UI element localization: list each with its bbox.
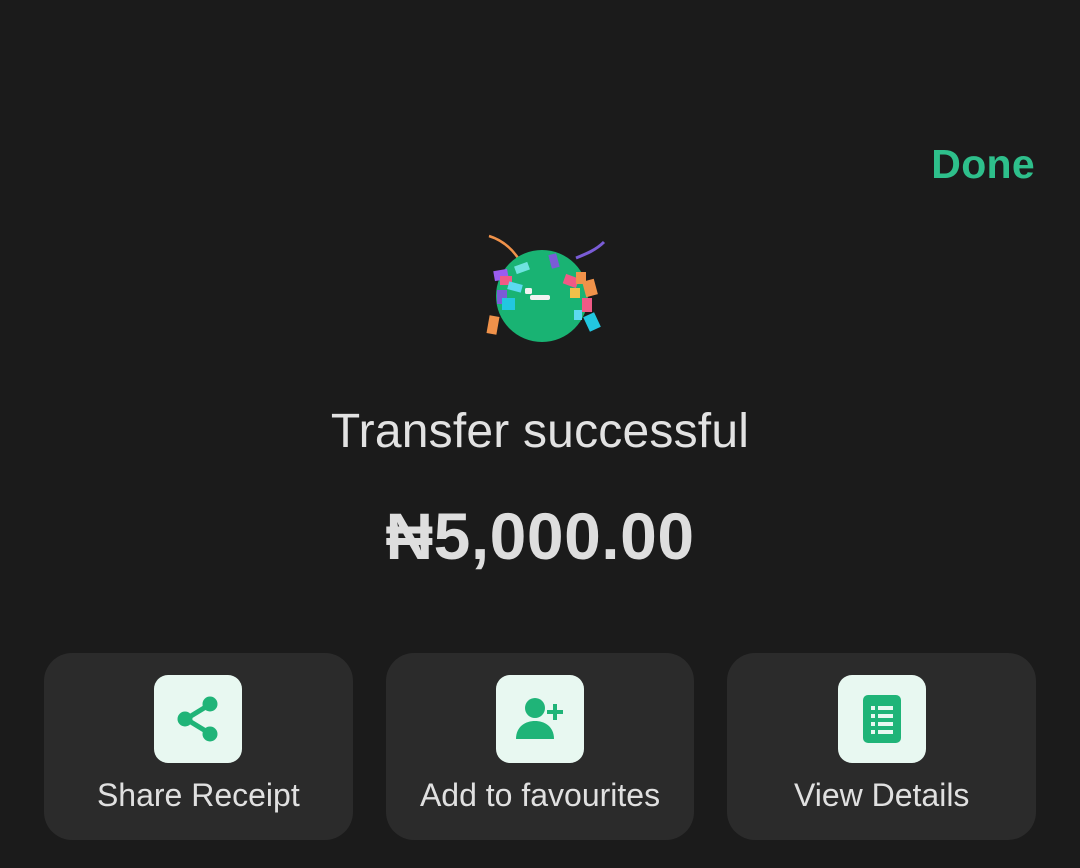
document-list-icon [862, 695, 901, 743]
add-to-favourites-label: Add to favourites [419, 777, 661, 813]
view-details-button[interactable]: View Details [727, 653, 1037, 840]
share-icon-tile [154, 675, 243, 763]
view-details-label: View Details [793, 777, 970, 813]
document-list-icon-tile [837, 675, 926, 763]
transfer-amount: ₦5,000.00 [385, 499, 695, 573]
celebration-icon [486, 234, 606, 342]
transfer-success-screen: Done Transfer successful ₦5,000.00 Share… [0, 0, 1080, 868]
share-receipt-button[interactable]: Share Receipt [44, 653, 353, 840]
share-receipt-label: Share Receipt [96, 777, 300, 813]
share-icon [177, 696, 218, 742]
add-user-icon-tile [496, 675, 584, 763]
action-row: Share Receipt Add to favourites View Det… [44, 653, 1037, 840]
add-user-icon [516, 698, 563, 739]
done-button[interactable]: Done [931, 138, 1035, 190]
transfer-status-title: Transfer successful [330, 405, 750, 458]
add-to-favourites-button[interactable]: Add to favourites [385, 653, 695, 840]
